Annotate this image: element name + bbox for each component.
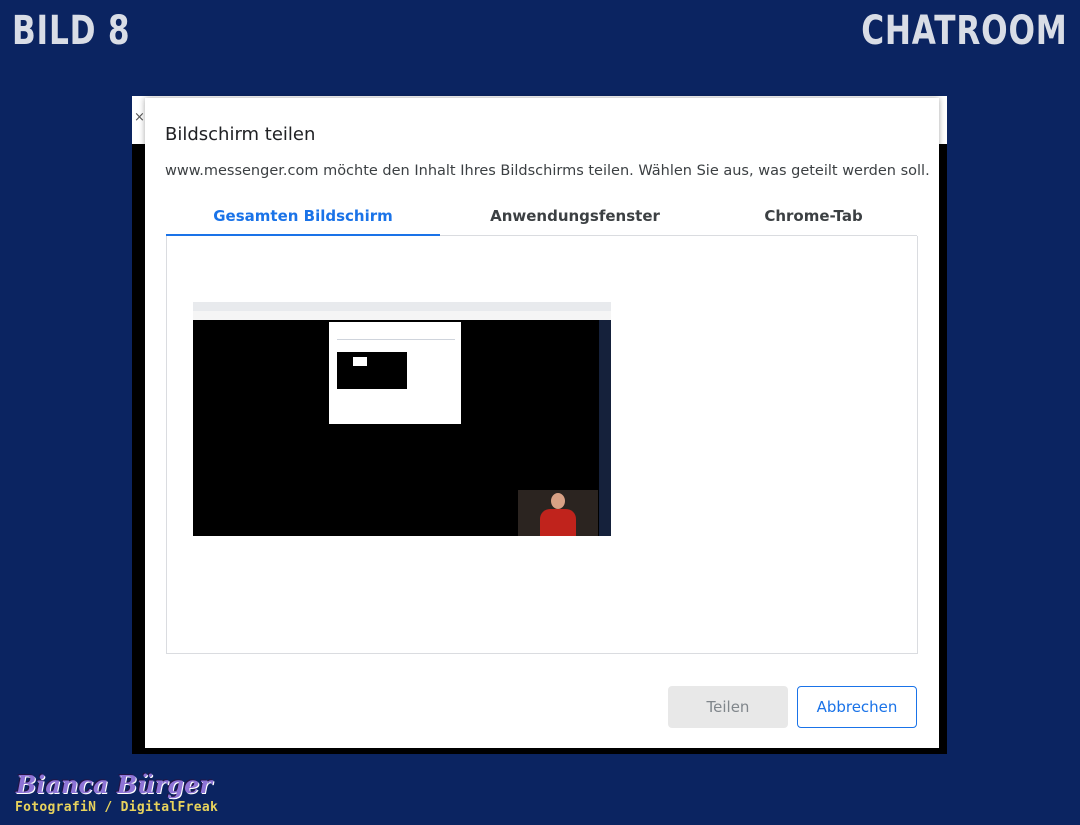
slide-label-left: BILD 8 [12,8,131,54]
thumbnail-address-bar [193,311,611,320]
credit-logo-name: Bianca Bürger [16,770,212,799]
tab-entire-screen[interactable]: Gesamten Bildschirm [166,206,440,236]
source-tabs: Gesamten Bildschirm Anwendungsfenster Ch… [166,206,917,238]
screen-thumbnail[interactable] [193,302,611,536]
close-icon[interactable]: × [134,110,145,125]
tab-application-window[interactable]: Anwendungsfenster [440,206,710,236]
tab-chrome-tab[interactable]: Chrome-Tab [710,206,917,236]
slide-label-right: CHATROOM [861,8,1068,54]
thumbnail-mini-tabline [337,339,455,340]
cancel-button[interactable]: Abbrechen [797,686,917,728]
screen-share-dialog: Bildschirm teilen www.messenger.com möch… [145,98,939,748]
credit-subtitle: FotografiN / DigitalFreak [15,800,219,815]
webcam-person-head [551,493,565,509]
thumbnail-mini-dialog [329,322,461,424]
dialog-title: Bildschirm teilen [165,124,316,145]
dialog-description: www.messenger.com möchte den Inhalt Ihre… [165,163,930,179]
thumbnail-mini-preview [337,352,407,389]
share-button[interactable]: Teilen [668,686,788,728]
source-list [166,236,918,654]
thumbnail-sidebar [599,320,611,536]
webcam-person-shirt [540,509,576,536]
thumbnail-mini-window [353,357,367,366]
thumbnail-browser-bar [193,302,611,311]
thumbnail-webcam-feed [518,490,598,536]
